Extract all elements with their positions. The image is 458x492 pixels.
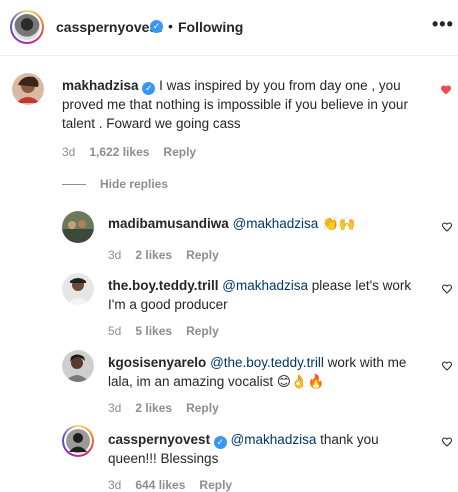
reply-username[interactable]: casspernyovest (108, 432, 210, 447)
reply-username[interactable]: the.boy.teddy.trill (108, 278, 219, 293)
hide-replies-button[interactable]: Hide replies (62, 177, 168, 191)
heart-outline-icon[interactable] (441, 360, 453, 372)
header-username[interactable]: casspernyovest (56, 19, 162, 35)
reply-mention[interactable]: @makhadzisa (231, 432, 317, 447)
reply-text-block: madibamusandiwa @makhadzisa 👏🙌 (108, 214, 418, 233)
more-options-icon[interactable]: ••• (432, 14, 454, 35)
post-header: casspernyovest ✓ • Following ••• (0, 0, 458, 56)
reply-time: 3d (108, 478, 122, 492)
comment-text-block: makhadzisa ✓ I was inspired by you from … (62, 76, 422, 133)
header-avatar[interactable] (10, 10, 44, 44)
reply-reply-button[interactable]: Reply (186, 248, 219, 262)
verified-badge-icon: ✓ (150, 20, 163, 33)
comment-avatar[interactable] (12, 73, 44, 105)
reply-time: 5d (108, 324, 122, 338)
reply-username[interactable]: madibamusandiwa (108, 216, 229, 231)
comment-reply-button[interactable]: Reply (163, 145, 196, 159)
reply-avatar[interactable] (62, 211, 94, 243)
heart-outline-icon[interactable] (441, 221, 453, 233)
divider-line (62, 183, 86, 185)
reply-likes[interactable]: 2 likes (135, 401, 172, 415)
reply-time: 3d (108, 248, 122, 262)
reply-reply-button[interactable]: Reply (199, 478, 232, 492)
reply-mention[interactable]: @the.boy.teddy.trill (210, 355, 324, 370)
reply-avatar[interactable] (62, 273, 94, 305)
reply-likes[interactable]: 2 likes (135, 248, 172, 262)
reply-meta: 5d 5 likes Reply (108, 324, 219, 338)
reply-mention[interactable]: @makhadzisa (222, 278, 308, 293)
heart-filled-icon[interactable] (440, 84, 452, 96)
reply-username[interactable]: kgosisenyarelo (108, 355, 206, 370)
comment-time: 3d (62, 145, 76, 159)
heart-outline-icon[interactable] (441, 283, 453, 295)
reply-body: 👏🙌 (318, 216, 356, 231)
comment-likes[interactable]: 1,622 likes (89, 145, 149, 159)
comment-username[interactable]: makhadzisa (62, 78, 139, 93)
reply-avatar[interactable] (62, 350, 94, 382)
reply-time: 3d (108, 401, 122, 415)
reply-meta: 3d 2 likes Reply (108, 248, 219, 262)
reply-text-block: kgosisenyarelo @the.boy.teddy.trill work… (108, 353, 428, 391)
reply-reply-button[interactable]: Reply (186, 324, 219, 338)
separator-dot: • (168, 18, 173, 34)
reply-likes[interactable]: 644 likes (135, 478, 185, 492)
reply-text-block: the.boy.teddy.trill @makhadzisa please l… (108, 276, 428, 314)
verified-badge-icon: ✓ (142, 82, 156, 95)
reply-reply-button[interactable]: Reply (186, 401, 219, 415)
following-button[interactable]: Following (178, 19, 243, 35)
heart-outline-icon[interactable] (441, 436, 453, 448)
verified-badge-icon: ✓ (213, 436, 227, 449)
reply-avatar[interactable] (62, 425, 94, 457)
reply-meta: 3d 2 likes Reply (108, 401, 219, 415)
reply-mention[interactable]: @makhadzisa (233, 216, 319, 231)
comment-meta: 3d 1,622 likes Reply (62, 145, 196, 159)
reply-text-block: casspernyovest ✓ @makhadzisa thank you q… (108, 430, 428, 468)
reply-likes[interactable]: 5 likes (135, 324, 172, 338)
hide-replies-label: Hide replies (100, 177, 169, 191)
reply-meta: 3d 644 likes Reply (108, 478, 232, 492)
